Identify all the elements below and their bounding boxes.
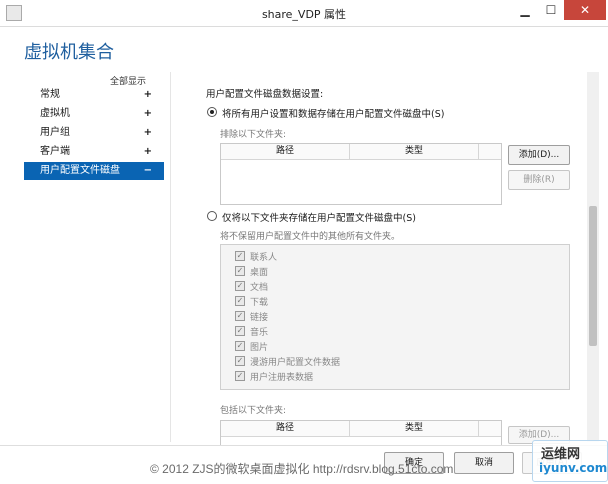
nav-divider [170,72,171,442]
column-type: 类型 [350,144,479,159]
nav-item-user-groups[interactable]: 用户组 + [24,124,164,142]
checkbox-icon: ✓ [235,296,245,306]
radio-store-all[interactable] [207,107,217,117]
checkbox-icon: ✓ [235,251,245,261]
maximize-button[interactable]: ☐ [538,0,564,20]
checkbox-icon: ✓ [235,326,245,336]
checkbox-icon: ✓ [235,311,245,321]
page-title: 虚拟机集合 [24,42,114,62]
radio-store-selected[interactable] [207,211,217,221]
minimize-button[interactable]: ▁ [512,0,538,20]
radio-store-all-label: 将所有用户设置和数据存储在用户配置文件磁盘中(S) [222,109,445,120]
close-button[interactable]: ✕ [564,0,606,20]
expand-icon: + [143,89,152,100]
grid-header: 路径 类型 [221,144,501,160]
scrollbar-thumb[interactable] [589,206,597,346]
watermark-text: © 2012 ZJS的微软桌面虚拟化 http://rdsrv.blog.51c… [150,462,454,476]
column-path: 路径 [221,144,350,159]
logo-line1: 运维网 [541,447,581,462]
section-title: 用户配置文件磁盘数据设置: [206,89,324,100]
nav-item-label: 虚拟机 [40,108,70,119]
checkbox-icon: ✓ [235,266,245,276]
checkbox-icon: ✓ [235,281,245,291]
radio-store-selected-label: 仅将以下文件夹存储在用户配置文件磁盘中(S) [222,213,416,224]
remove-exclude-button[interactable]: 删除(R) [508,170,570,190]
option2-note: 将不保留用户配置文件中的其他所有文件夹。 [220,232,401,242]
add-exclude-button[interactable]: 添加(D)... [508,145,570,165]
logo-line2: iyunv.com [539,461,608,475]
nav-item-vms[interactable]: 虚拟机 + [24,105,164,123]
include-label: 包括以下文件夹: [220,406,287,416]
nav-item-label: 客户端 [40,146,70,157]
column-path: 路径 [221,421,350,436]
site-logo: 运维网 iyunv.com [532,440,608,482]
column-type: 类型 [350,421,479,436]
exclude-label: 排除以下文件夹: [220,130,287,140]
nav-item-label: 用户配置文件磁盘 [40,165,120,176]
cancel-button[interactable]: 取消 [454,452,514,474]
collapse-icon: − [143,165,152,176]
checkbox-icon: ✓ [235,356,245,366]
expand-icon: + [143,146,152,157]
expand-icon: + [143,127,152,138]
include-grid[interactable]: 路径 类型 [220,420,502,446]
nav-item-label: 用户组 [40,127,70,138]
nav-item-general[interactable]: 常规 + [24,86,164,104]
nav-item-label: 常规 [40,89,60,100]
nav-item-client[interactable]: 客户端 + [24,143,164,161]
exclude-grid[interactable]: 路径 类型 [220,143,502,205]
folder-list: ✓ 联系人 ✓ 桌面 ✓ 文档 ✓ 下载 ✓ 链接 ✓ 音乐 ✓ 图片 ✓ 漫游用户配置文件数据… [220,244,570,390]
footer-divider [0,445,608,446]
checkbox-icon: ✓ [235,341,245,351]
grid-header: 路径 类型 [221,421,501,437]
checkbox-icon: ✓ [235,371,245,381]
nav-item-user-profile-disks[interactable]: 用户配置文件磁盘 − [24,162,164,180]
expand-icon: + [143,108,152,119]
